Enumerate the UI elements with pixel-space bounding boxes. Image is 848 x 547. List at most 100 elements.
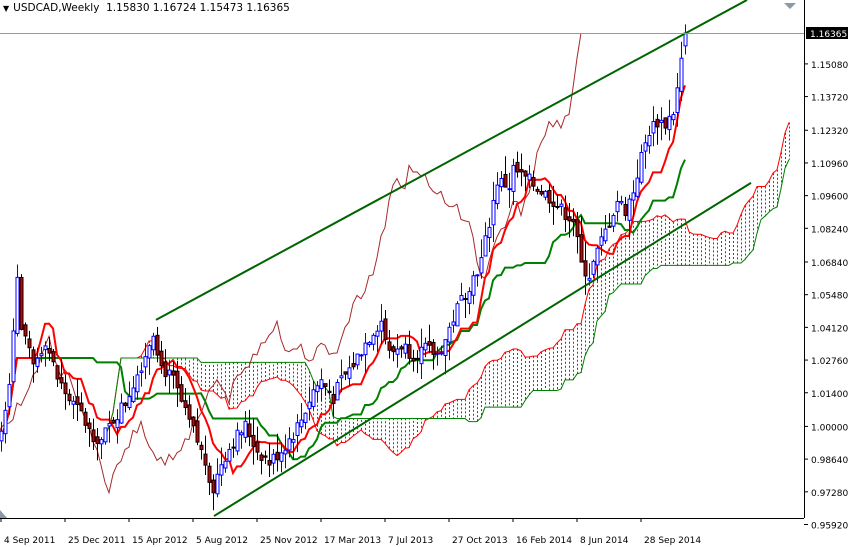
candle-body bbox=[227, 448, 232, 462]
candle-body bbox=[95, 436, 100, 445]
candle-body bbox=[219, 464, 224, 476]
candle-body bbox=[543, 190, 548, 198]
candle-body bbox=[663, 117, 668, 129]
candle-body bbox=[675, 87, 680, 113]
candle-body bbox=[627, 198, 632, 221]
candle-body bbox=[367, 342, 372, 346]
candle-body bbox=[475, 274, 480, 277]
price-tick-label: 0.97280 bbox=[811, 489, 848, 499]
candle-body bbox=[519, 169, 524, 173]
candle-body bbox=[635, 177, 640, 197]
candle-body bbox=[115, 419, 120, 429]
candle-body bbox=[131, 387, 136, 402]
candle-body bbox=[455, 303, 460, 327]
candle-body bbox=[315, 385, 320, 393]
candle-body bbox=[171, 370, 176, 376]
candle-body bbox=[299, 419, 304, 428]
candle-body bbox=[283, 449, 288, 455]
candle-body bbox=[643, 142, 648, 152]
candle-body bbox=[147, 345, 152, 359]
dropdown-arrow-icon[interactable]: ▼ bbox=[3, 4, 9, 13]
candle-body bbox=[295, 422, 300, 437]
candle-body bbox=[607, 225, 612, 228]
candle-body bbox=[359, 354, 364, 357]
candle-body bbox=[91, 429, 96, 443]
candle-body bbox=[407, 344, 412, 359]
trendline-upper-channel bbox=[155, 0, 748, 321]
candle-body bbox=[363, 342, 368, 356]
time-tick-label: 27 Oct 2013 bbox=[452, 536, 508, 546]
candle-body bbox=[263, 455, 268, 458]
candle-body bbox=[287, 438, 292, 451]
candle-body bbox=[179, 384, 184, 402]
candle-body bbox=[143, 356, 148, 368]
candle-body bbox=[387, 341, 392, 351]
candle-body bbox=[403, 343, 408, 354]
chart-shift-marker-icon[interactable] bbox=[784, 3, 796, 9]
candle-body bbox=[347, 367, 352, 379]
candle-body bbox=[459, 294, 464, 301]
price-tick-label: 1.01400 bbox=[811, 390, 848, 400]
price-tick-label: 1.00000 bbox=[811, 423, 848, 433]
candle-body bbox=[547, 189, 552, 204]
candle-body bbox=[447, 326, 452, 343]
candle-body bbox=[395, 348, 400, 355]
price-tick-label: 0.98640 bbox=[811, 456, 848, 466]
candle-body bbox=[199, 444, 204, 451]
candle-body bbox=[203, 453, 208, 466]
candle-body bbox=[327, 390, 332, 394]
candle-body bbox=[511, 164, 516, 192]
candle-body bbox=[23, 324, 28, 337]
candle-body bbox=[195, 420, 200, 443]
candle-body bbox=[615, 200, 620, 213]
candle-body bbox=[483, 235, 488, 257]
kijun-sen-line bbox=[0, 159, 686, 461]
candle-body bbox=[667, 115, 672, 131]
time-tick-label: 7 Jul 2013 bbox=[388, 536, 433, 546]
candle-body bbox=[651, 121, 656, 134]
candle-body bbox=[275, 451, 280, 461]
tenkan-sen-line bbox=[0, 85, 686, 476]
candle-body bbox=[603, 228, 608, 242]
price-chart[interactable]: 1.15080 1.13720 1.12320 1.10960 1.09600 1.082… bbox=[0, 0, 848, 547]
candle-body bbox=[467, 291, 472, 304]
price-tick-label: 0.95920 bbox=[811, 521, 848, 531]
candle-body bbox=[679, 57, 684, 92]
candle-body bbox=[491, 199, 496, 226]
candle-body bbox=[415, 357, 420, 361]
candle-body bbox=[99, 439, 104, 445]
candle-body bbox=[0, 430, 4, 442]
candle-body bbox=[495, 184, 500, 205]
candle-body bbox=[375, 330, 380, 337]
candle-body bbox=[435, 352, 440, 355]
candle-body bbox=[567, 216, 572, 222]
candle-body bbox=[523, 170, 528, 177]
candle-body bbox=[319, 379, 324, 390]
candle-body bbox=[671, 113, 676, 121]
candle-body bbox=[79, 402, 84, 412]
price-tick-label: 1.10960 bbox=[811, 160, 848, 170]
candle-body bbox=[271, 453, 276, 464]
candle-body bbox=[451, 321, 456, 326]
candle-body bbox=[531, 176, 536, 187]
candle-body bbox=[563, 207, 568, 221]
candle-body bbox=[111, 419, 116, 424]
price-tick-label: 1.04120 bbox=[811, 324, 848, 334]
candle-body bbox=[231, 446, 236, 449]
candle-body bbox=[59, 377, 64, 384]
price-tick-label: 1.06840 bbox=[811, 259, 848, 269]
candle-body bbox=[423, 342, 428, 351]
price-tick-label: 1.09600 bbox=[811, 193, 848, 203]
axes: 1.15080 1.13720 1.12320 1.10960 1.09600 1.082… bbox=[0, 0, 848, 546]
time-tick-label: 25 Nov 2012 bbox=[260, 536, 318, 546]
candle-body bbox=[591, 260, 596, 275]
candle-body bbox=[351, 363, 356, 368]
candle-body bbox=[599, 236, 604, 246]
price-tick-label: 1.05480 bbox=[811, 292, 848, 302]
candle-body bbox=[267, 459, 272, 466]
candle-body bbox=[659, 119, 664, 123]
time-tick-label: 4 Sep 2011 bbox=[4, 536, 55, 546]
candles bbox=[0, 24, 688, 511]
current-price-label: 1.16365 bbox=[810, 30, 847, 40]
candle-body bbox=[151, 335, 156, 351]
